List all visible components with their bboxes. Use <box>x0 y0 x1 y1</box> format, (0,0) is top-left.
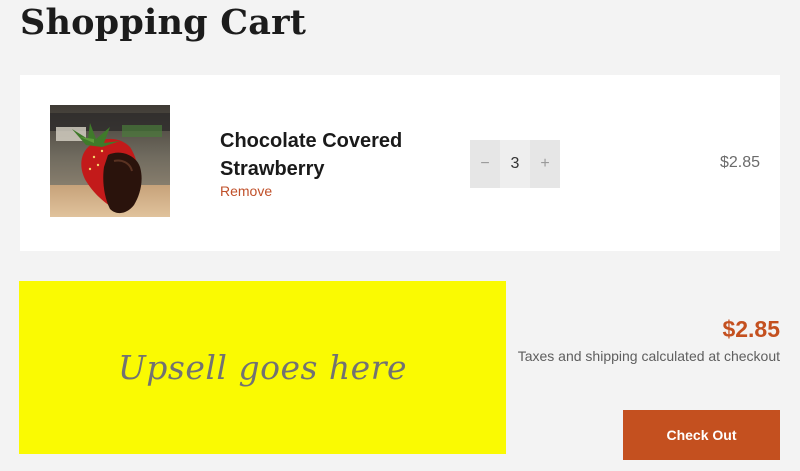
tax-shipping-note: Taxes and shipping calculated at checkou… <box>517 348 780 364</box>
remove-link[interactable]: Remove <box>220 183 272 199</box>
quantity-stepper: − 3 + <box>470 140 560 188</box>
upsell-text: Upsell goes here <box>117 348 408 387</box>
product-title[interactable]: Chocolate Covered Strawberry <box>220 127 440 183</box>
quantity-input[interactable]: 3 <box>500 140 530 188</box>
cart-subtotal: $2.85 <box>722 316 780 342</box>
increase-quantity-button[interactable]: + <box>530 140 560 188</box>
checkout-button[interactable]: Check Out <box>623 410 780 460</box>
product-image[interactable] <box>50 105 170 217</box>
upsell-placeholder: Upsell goes here <box>19 281 506 454</box>
cart-item-card: Chocolate Covered Strawberry Remove − 3 … <box>20 75 780 251</box>
line-item-price: $2.85 <box>719 154 760 171</box>
page-title: Shopping Cart <box>20 2 307 43</box>
decrease-quantity-button[interactable]: − <box>470 140 500 188</box>
